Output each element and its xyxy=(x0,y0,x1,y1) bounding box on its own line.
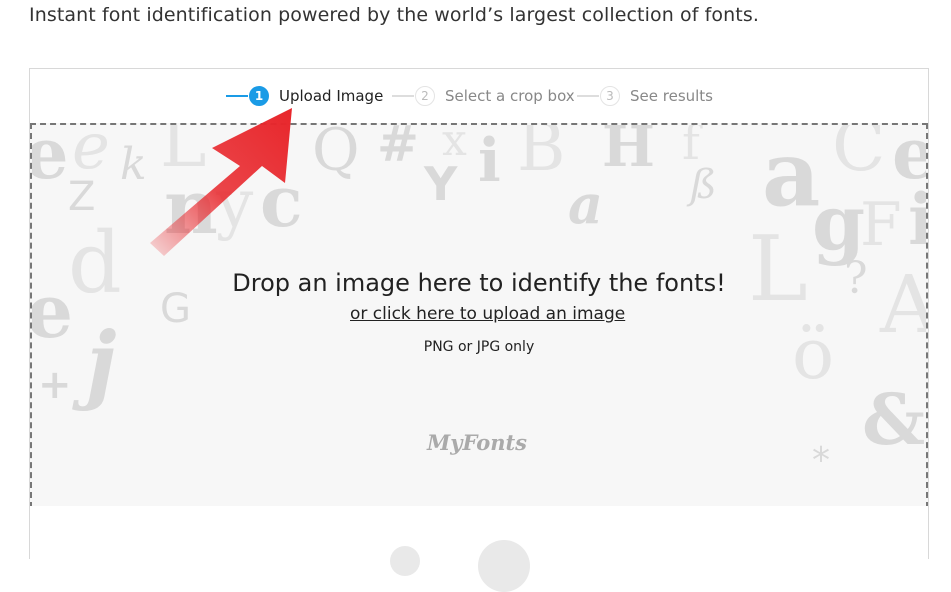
page-tagline: Instant font identification powered by t… xyxy=(29,4,759,26)
step-label: See results xyxy=(630,87,713,105)
lower-card-area xyxy=(30,506,928,592)
image-drop-zone[interactable]: e e k L Q # x i B H f a C e Z n y c Y a … xyxy=(30,123,928,508)
step-connector xyxy=(392,95,414,97)
progress-steps: 1 Upload Image 2 Select a crop box 3 See… xyxy=(30,69,928,123)
step-connector xyxy=(577,95,599,97)
decorative-shape xyxy=(390,546,420,576)
step-select-crop-box: 2 Select a crop box xyxy=(392,85,575,107)
decorative-shape xyxy=(478,540,530,592)
drop-zone-title: Drop an image here to identify the fonts… xyxy=(232,269,726,297)
upload-image-link[interactable]: or click here to upload an image xyxy=(350,304,625,324)
font-identifier-card: 1 Upload Image 2 Select a crop box 3 See… xyxy=(29,68,929,592)
myfonts-logo: MyFonts xyxy=(427,430,528,455)
step-label: Upload Image xyxy=(279,87,384,105)
step-connector xyxy=(226,95,248,97)
step-see-results: 3 See results xyxy=(577,85,713,107)
step-number: 2 xyxy=(415,86,435,106)
step-number: 3 xyxy=(600,86,620,106)
step-number: 1 xyxy=(249,86,269,106)
step-label: Select a crop box xyxy=(445,87,575,105)
step-upload-image: 1 Upload Image xyxy=(226,85,383,107)
accepted-formats-text: PNG or JPG only xyxy=(423,339,535,355)
